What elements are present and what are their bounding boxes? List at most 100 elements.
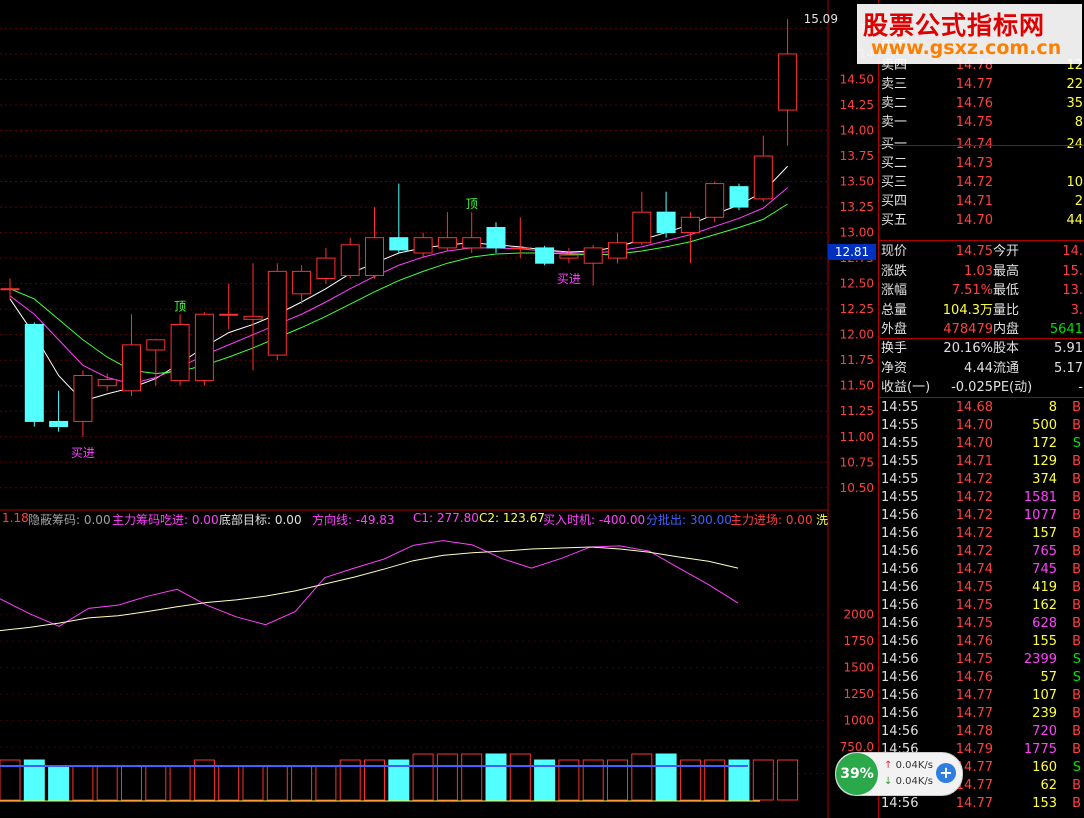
volume-bar [315, 765, 337, 801]
price-tick: 10.50 [840, 481, 874, 495]
fund-value: -0.025 [951, 380, 993, 395]
order-book-row: 买四 14.71 2 [879, 192, 1084, 211]
candle-body [49, 420, 69, 428]
tick-row: 14:56 14.76 155 B [879, 632, 1084, 651]
fundamentals-row: 收益(一) -0.025 PE(动) - [879, 378, 1084, 397]
quote-label-2: 内盘 [993, 322, 1020, 337]
tick-row: 14:56 14.72 765 B [879, 542, 1084, 561]
ob-volume: 35 [1066, 96, 1083, 111]
price-tick: 14.00 [840, 124, 874, 138]
tick-time: 14:56 [881, 796, 919, 811]
volume-bar [485, 753, 507, 801]
tick-volume: 162 [1032, 598, 1057, 613]
ind-main-absorb: 主力筹码吃进: 0.00 [112, 513, 219, 527]
tick-price: 14.72 [955, 508, 993, 523]
ind-main-entry: 主力进场: 0.00 [730, 513, 813, 527]
order-book-row: 卖一 14.75 8 [879, 113, 1084, 132]
tick-price: 14.72 [955, 490, 993, 505]
quote-label-2: 最低 [993, 283, 1020, 298]
ob-label: 卖二 [881, 96, 908, 111]
fund-label-2: 流通 [993, 360, 1020, 376]
download-speed-value: 0.04K/s [895, 776, 933, 787]
high-price-label: 15.09 [804, 12, 838, 26]
quote-label-2: 量比 [993, 302, 1020, 318]
tick-row: 14:55 14.70 500 B [879, 416, 1084, 435]
down-arrow-icon: ↓ [884, 776, 893, 787]
candle-body [462, 237, 482, 249]
tick-price: 14.70 [955, 418, 993, 433]
quote-value: 478479 [943, 322, 993, 337]
tick-price: 14.77 [955, 688, 993, 703]
vol-tick: 1250 [843, 687, 874, 701]
ob-price: 14.70 [955, 213, 993, 228]
tick-side: B [1072, 580, 1081, 595]
buy-signal: 买进 [557, 272, 581, 286]
tick-price: 14.72 [955, 472, 993, 487]
tick-volume: 1581 [1023, 490, 1057, 505]
quote-label: 现价 [881, 244, 908, 259]
ob-label: 买二 [881, 156, 908, 171]
candle-body [170, 323, 190, 382]
tick-price: 14.77 [955, 796, 993, 811]
fund-label-2: PE(动) [993, 380, 1033, 395]
tick-volume: 500 [1032, 418, 1057, 433]
tick-volume: 1077 [1023, 508, 1057, 523]
volume-bar [655, 753, 677, 801]
volume-bar [121, 765, 142, 801]
ind-buy-time: 买入时机: -400.00 [543, 513, 646, 527]
tick-time: 14:56 [881, 706, 919, 721]
tick-side: S [1072, 760, 1081, 775]
candle-body [778, 53, 798, 111]
quote-row: 涨跌 1.03 最高 15. [879, 262, 1084, 281]
tick-side: B [1072, 742, 1081, 757]
download-speed: ↓ 0.04K/s [884, 776, 933, 787]
price-tick: 13.75 [840, 149, 874, 163]
volume-bar [461, 753, 483, 801]
fund-value: 20.16% [943, 341, 993, 356]
volume-bar [412, 753, 434, 801]
candle-body [122, 344, 141, 392]
order-book-row: 买二 14.73 [879, 154, 1084, 173]
tick-volume: 419 [1032, 580, 1057, 595]
order-book-row: 买五 14.70 44 [879, 211, 1084, 230]
tick-price: 14.75 [955, 598, 993, 613]
tick-volume: 129 [1032, 454, 1057, 469]
tick-side: B [1072, 562, 1081, 577]
tick-row: 14:56 14.75 628 B [879, 614, 1084, 633]
tick-volume: 155 [1032, 634, 1057, 649]
tick-price: 14.72 [955, 544, 993, 559]
net-percent: 39% [836, 753, 878, 795]
tick-price: 14.74 [955, 562, 993, 577]
volume-bar [145, 765, 167, 801]
tick-row: 14:55 14.72 374 B [879, 470, 1084, 489]
candle-body [729, 186, 749, 208]
candle-body [194, 313, 214, 382]
fundamentals-row: 净资 4.44 流通 5.17 [879, 359, 1084, 378]
tick-price: 14.76 [955, 634, 993, 649]
candle-body [705, 183, 725, 218]
quote-label: 外盘 [881, 322, 908, 337]
candle-body [632, 211, 652, 244]
tick-price: 14.77 [955, 706, 993, 721]
quote-label: 涨幅 [881, 283, 908, 298]
quote-value-2: 15. [1062, 263, 1083, 279]
ob-volume: 2 [1074, 194, 1083, 209]
network-widget[interactable]: 39% ↑ 0.04K/s ↓ 0.04K/s + [835, 752, 963, 796]
kline-chart-area[interactable]: 151414.5014.2514.0013.7513.5013.2513.001… [0, 0, 878, 818]
tick-side: B [1072, 490, 1081, 505]
tick-side: B [1072, 508, 1081, 523]
tick-volume: 107 [1032, 688, 1057, 703]
volume-bar [436, 753, 458, 801]
candle-body [413, 237, 433, 254]
quote-value-2: 3. [1070, 302, 1083, 318]
plus-icon[interactable]: + [936, 763, 956, 783]
vol-tick: 1000 [843, 714, 874, 728]
panel-separator [879, 338, 1084, 339]
candle-body [267, 270, 287, 356]
tick-volume: 720 [1032, 724, 1057, 739]
ind-hidden-chips: 隐蔽筹码: 0.00 [28, 513, 111, 527]
candle-body [583, 247, 603, 264]
tick-row: 14:56 14.75 419 B [879, 578, 1084, 597]
candle-body [292, 270, 312, 295]
price-tick: 13.50 [840, 175, 874, 189]
